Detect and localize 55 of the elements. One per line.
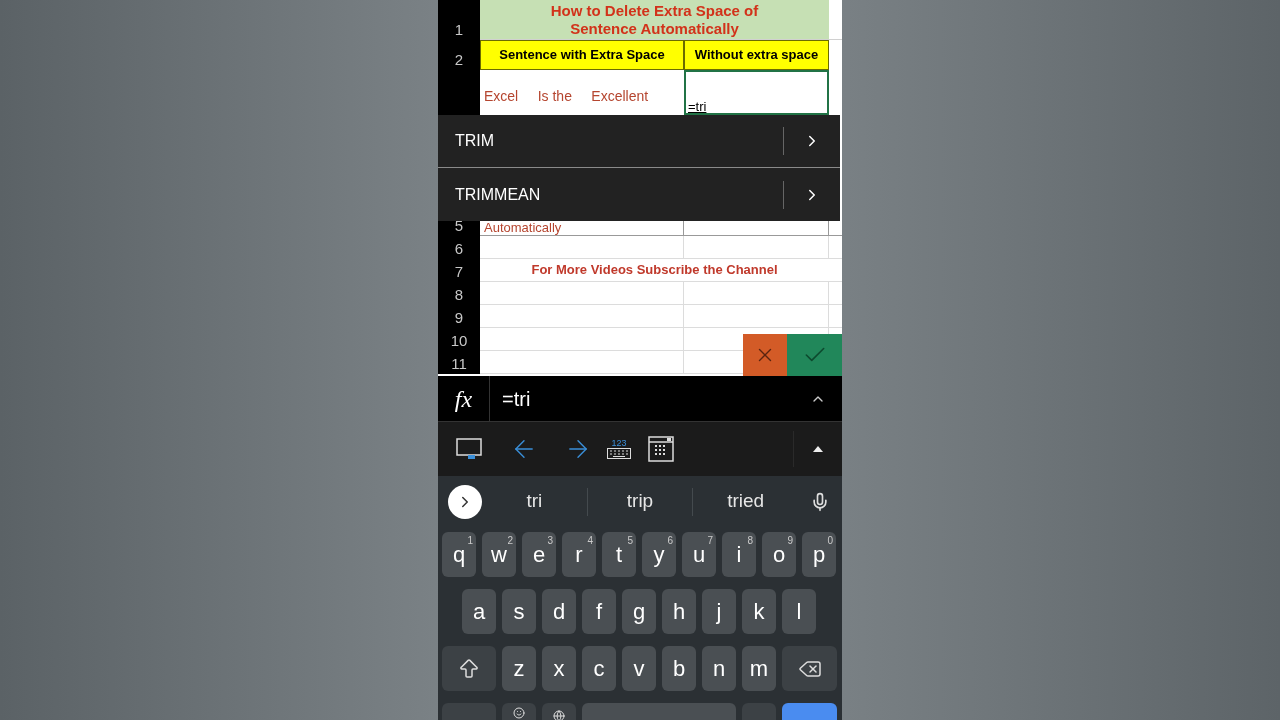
keyboard-key[interactable]: g xyxy=(622,589,656,634)
header-cell: Without extra space xyxy=(684,40,829,70)
microphone-icon[interactable] xyxy=(810,491,830,512)
header-cell: Sentence with Extra Space xyxy=(480,40,684,70)
function-suggestion[interactable]: TRIMMEAN xyxy=(438,168,840,221)
keyboard-key[interactable]: a xyxy=(462,589,496,634)
subscribe-note: For More Videos Subscribe the Channel xyxy=(531,261,778,280)
cell-formula: =tri xyxy=(688,99,707,114)
row-header: 5 xyxy=(438,221,480,236)
keyboard-key[interactable]: z xyxy=(502,646,536,691)
row-header: 7 xyxy=(438,259,480,282)
keyboard-key[interactable]: f xyxy=(582,589,616,634)
keyboard-key[interactable]: i 8 xyxy=(722,532,756,577)
keyboard-key[interactable]: d xyxy=(542,589,576,634)
word-suggestion[interactable]: tri xyxy=(482,481,587,522)
keyboard-key[interactable]: m xyxy=(742,646,776,691)
keyboard-key[interactable]: b xyxy=(662,646,696,691)
sheet-title: How to Delete Extra Space of xyxy=(550,1,759,20)
function-suggestion[interactable]: TRIM xyxy=(438,115,840,168)
row-header: 9 xyxy=(438,305,480,328)
backspace-key[interactable] xyxy=(782,646,837,691)
formula-input[interactable]: =tri xyxy=(490,383,810,414)
word-suggestion[interactable]: trip xyxy=(587,481,693,522)
sheet-title: Sentence Automatically xyxy=(570,19,739,38)
keyboard-key[interactable]: s xyxy=(502,589,536,634)
keyboard-key[interactable]: c xyxy=(582,646,616,691)
calendar-icon[interactable] xyxy=(648,436,674,462)
row-header: 10 xyxy=(438,328,480,351)
monitor-icon[interactable] xyxy=(456,438,482,460)
fx-label: fx xyxy=(454,384,473,414)
keyboard-key[interactable]: r 4 xyxy=(562,532,596,577)
expand-suggestions-button[interactable] xyxy=(448,484,482,519)
keyboard-key[interactable]: n xyxy=(702,646,736,691)
row-header: 8 xyxy=(438,282,480,305)
selected-cell[interactable]: =tri xyxy=(684,70,829,115)
row-header: 11 xyxy=(438,351,480,374)
cell-text: Automatically xyxy=(484,221,562,235)
row-header: 2 xyxy=(438,40,480,70)
shift-icon xyxy=(457,656,481,681)
row-header: 6 xyxy=(438,236,480,259)
row-header: 1 xyxy=(438,0,480,40)
row-header xyxy=(438,70,480,115)
triangle-up-icon[interactable] xyxy=(813,446,823,452)
keyboard-key[interactable]: v xyxy=(622,646,656,691)
keyboard-key[interactable]: t 5 xyxy=(602,532,636,577)
shift-key[interactable] xyxy=(442,646,496,691)
keyboard-key[interactable]: x xyxy=(542,646,576,691)
keyboard-key[interactable]: j xyxy=(702,589,736,634)
keyboard-key[interactable]: k xyxy=(742,589,776,634)
emoji-icon xyxy=(513,707,525,719)
sentence-cell-text: Excel Is the Excellent xyxy=(484,88,649,104)
globe-icon xyxy=(553,710,565,720)
keyboard-key[interactable]: h xyxy=(662,589,696,634)
word-suggestion[interactable]: tried xyxy=(693,481,798,522)
keyboard-key[interactable]: l xyxy=(782,589,816,634)
